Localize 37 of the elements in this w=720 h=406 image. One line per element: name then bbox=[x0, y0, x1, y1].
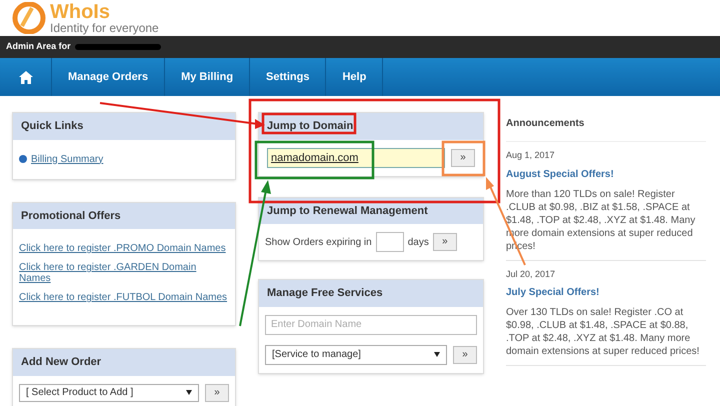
product-select[interactable]: [ Select Product to Add ] bbox=[19, 384, 199, 402]
bullet-icon bbox=[19, 155, 27, 163]
promo-link[interactable]: Click here to register .GARDEN Domain Names bbox=[19, 262, 229, 284]
panel-header: Quick Links bbox=[13, 113, 235, 140]
announcement-date: Aug 1, 2017 bbox=[506, 149, 556, 162]
logo-icon bbox=[12, 2, 46, 34]
go-button[interactable]: » bbox=[453, 346, 477, 364]
domain-name-field[interactable]: Enter Domain Name bbox=[265, 314, 477, 334]
go-button[interactable]: » bbox=[451, 148, 475, 166]
dropdown-caret-icon bbox=[186, 390, 192, 395]
announcement-title[interactable]: August Special Offers! bbox=[506, 166, 706, 182]
nav-link[interactable]: Help bbox=[326, 58, 384, 96]
announcement-text: Over 130 TLDs on sale! Register .CO at $0.98, .CLUB at $1.48, .SPACE at $0.88, .TOP at $2.48, .XYZ at $1.48. Many more domain extensions at super reduced prices! bbox=[506, 306, 700, 358]
nav-link[interactable]: My Billing bbox=[165, 58, 250, 96]
domain-input[interactable]: namadomain.com bbox=[267, 148, 445, 168]
renewal-label: Show Orders expiring in bbox=[265, 236, 372, 250]
go-button[interactable]: » bbox=[432, 233, 457, 251]
quick-link[interactable]: Billing Summary bbox=[31, 152, 104, 166]
service-select[interactable]: [Service to manage] bbox=[265, 344, 447, 364]
dropdown-caret-icon bbox=[434, 352, 440, 357]
days-label: days bbox=[408, 236, 429, 250]
panel-header: Add New Order bbox=[13, 349, 235, 376]
announcements-title: Announcements bbox=[506, 116, 706, 142]
promo-link[interactable]: Click here to register .PROMO Domain Names bbox=[19, 243, 229, 254]
days-input[interactable] bbox=[376, 232, 404, 252]
panel-header: Jump to Renewal Management bbox=[259, 198, 483, 224]
logo-tagline: Identity for everyone bbox=[50, 22, 159, 34]
nav-link[interactable]: Manage Orders bbox=[52, 58, 166, 96]
announcement-title[interactable]: July Special Offers! bbox=[506, 285, 706, 300]
go-button[interactable]: » bbox=[205, 384, 229, 402]
logo-name: WhoIs bbox=[50, 2, 111, 22]
promo-link[interactable]: Click here to register .FUTBOL Domain Names bbox=[19, 292, 229, 303]
announcement-date: Jul 20, 2017 bbox=[506, 268, 556, 280]
panel-header: Promotional Offers bbox=[13, 202, 235, 229]
panel-header: Manage Free Services bbox=[259, 280, 483, 306]
nav-link[interactable]: Settings bbox=[250, 58, 326, 96]
admin-label: Admin Area for bbox=[6, 40, 71, 54]
